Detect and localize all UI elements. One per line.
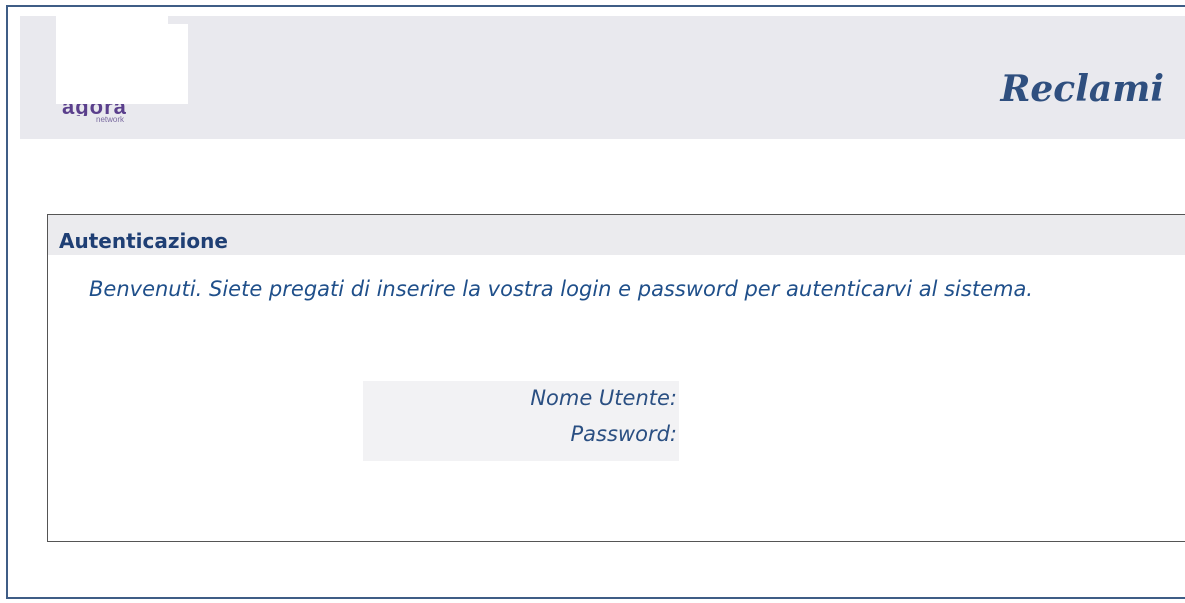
page-title: Reclami xyxy=(1000,68,1164,110)
logo: agora network xyxy=(56,16,188,124)
panel-title: Autenticazione xyxy=(59,229,228,253)
login-form: Nome Utente: Password: xyxy=(363,381,679,461)
logo-redaction xyxy=(56,24,188,104)
logo-subtitle: network xyxy=(96,115,125,124)
panel-header: Autenticazione xyxy=(48,215,1185,255)
password-label: Password: xyxy=(570,422,677,446)
welcome-message: Benvenuti. Siete pregati di inserire la … xyxy=(89,277,1033,301)
username-label: Nome Utente: xyxy=(530,386,677,410)
page-header: agora network Reclami xyxy=(20,16,1185,139)
authentication-panel: Autenticazione Benvenuti. Siete pregati … xyxy=(47,214,1185,542)
